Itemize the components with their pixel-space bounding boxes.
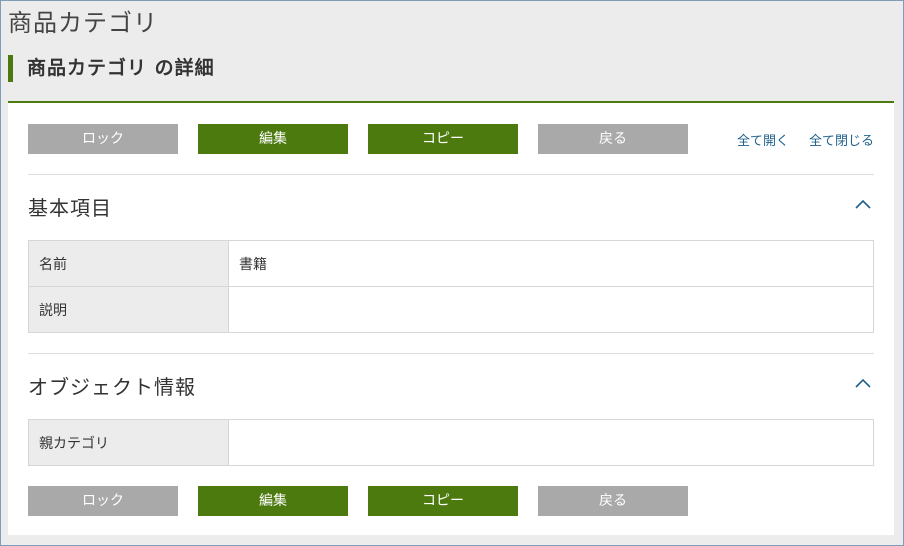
field-label-parent-category: 親カテゴリ [28, 419, 229, 466]
expand-all-link[interactable]: 全て開く [737, 130, 789, 149]
table-row: 親カテゴリ [28, 419, 874, 466]
lock-button-bottom[interactable]: ロック [28, 486, 178, 516]
field-value-parent-category [228, 419, 874, 466]
table-row: 説明 [28, 286, 874, 333]
field-label-name: 名前 [28, 240, 229, 287]
back-button-bottom[interactable]: 戻る [538, 486, 688, 516]
lock-button[interactable]: ロック [28, 124, 178, 154]
detail-panel: ロック 編集 コピー 戻る 全て開く 全て閉じる 基本項目 名前 書籍 説明 オ… [8, 103, 894, 535]
object-info-table: 親カテゴリ [28, 419, 874, 466]
page-title: 商品カテゴリ [8, 9, 158, 37]
back-button[interactable]: 戻る [538, 124, 688, 154]
edit-button[interactable]: 編集 [198, 124, 348, 154]
basic-fields-table: 名前 書籍 説明 [28, 240, 874, 333]
copy-button-bottom[interactable]: コピー [368, 486, 518, 516]
detail-header: 商品カテゴリ の詳細 [8, 55, 215, 82]
table-row: 名前 書籍 [28, 240, 874, 287]
field-value-name: 書籍 [228, 240, 874, 287]
section-title-basic: 基本項目 [28, 196, 112, 220]
chevron-up-icon[interactable] [853, 197, 873, 211]
field-value-description [228, 286, 874, 333]
section-divider [28, 174, 874, 175]
field-label-description: 説明 [28, 286, 229, 333]
edit-button-bottom[interactable]: 編集 [198, 486, 348, 516]
section-divider [28, 353, 874, 354]
collapse-all-link[interactable]: 全て閉じる [809, 130, 874, 149]
copy-button[interactable]: コピー [368, 124, 518, 154]
section-title-object-info: オブジェクト情報 [28, 375, 196, 399]
chevron-up-icon[interactable] [853, 376, 873, 390]
